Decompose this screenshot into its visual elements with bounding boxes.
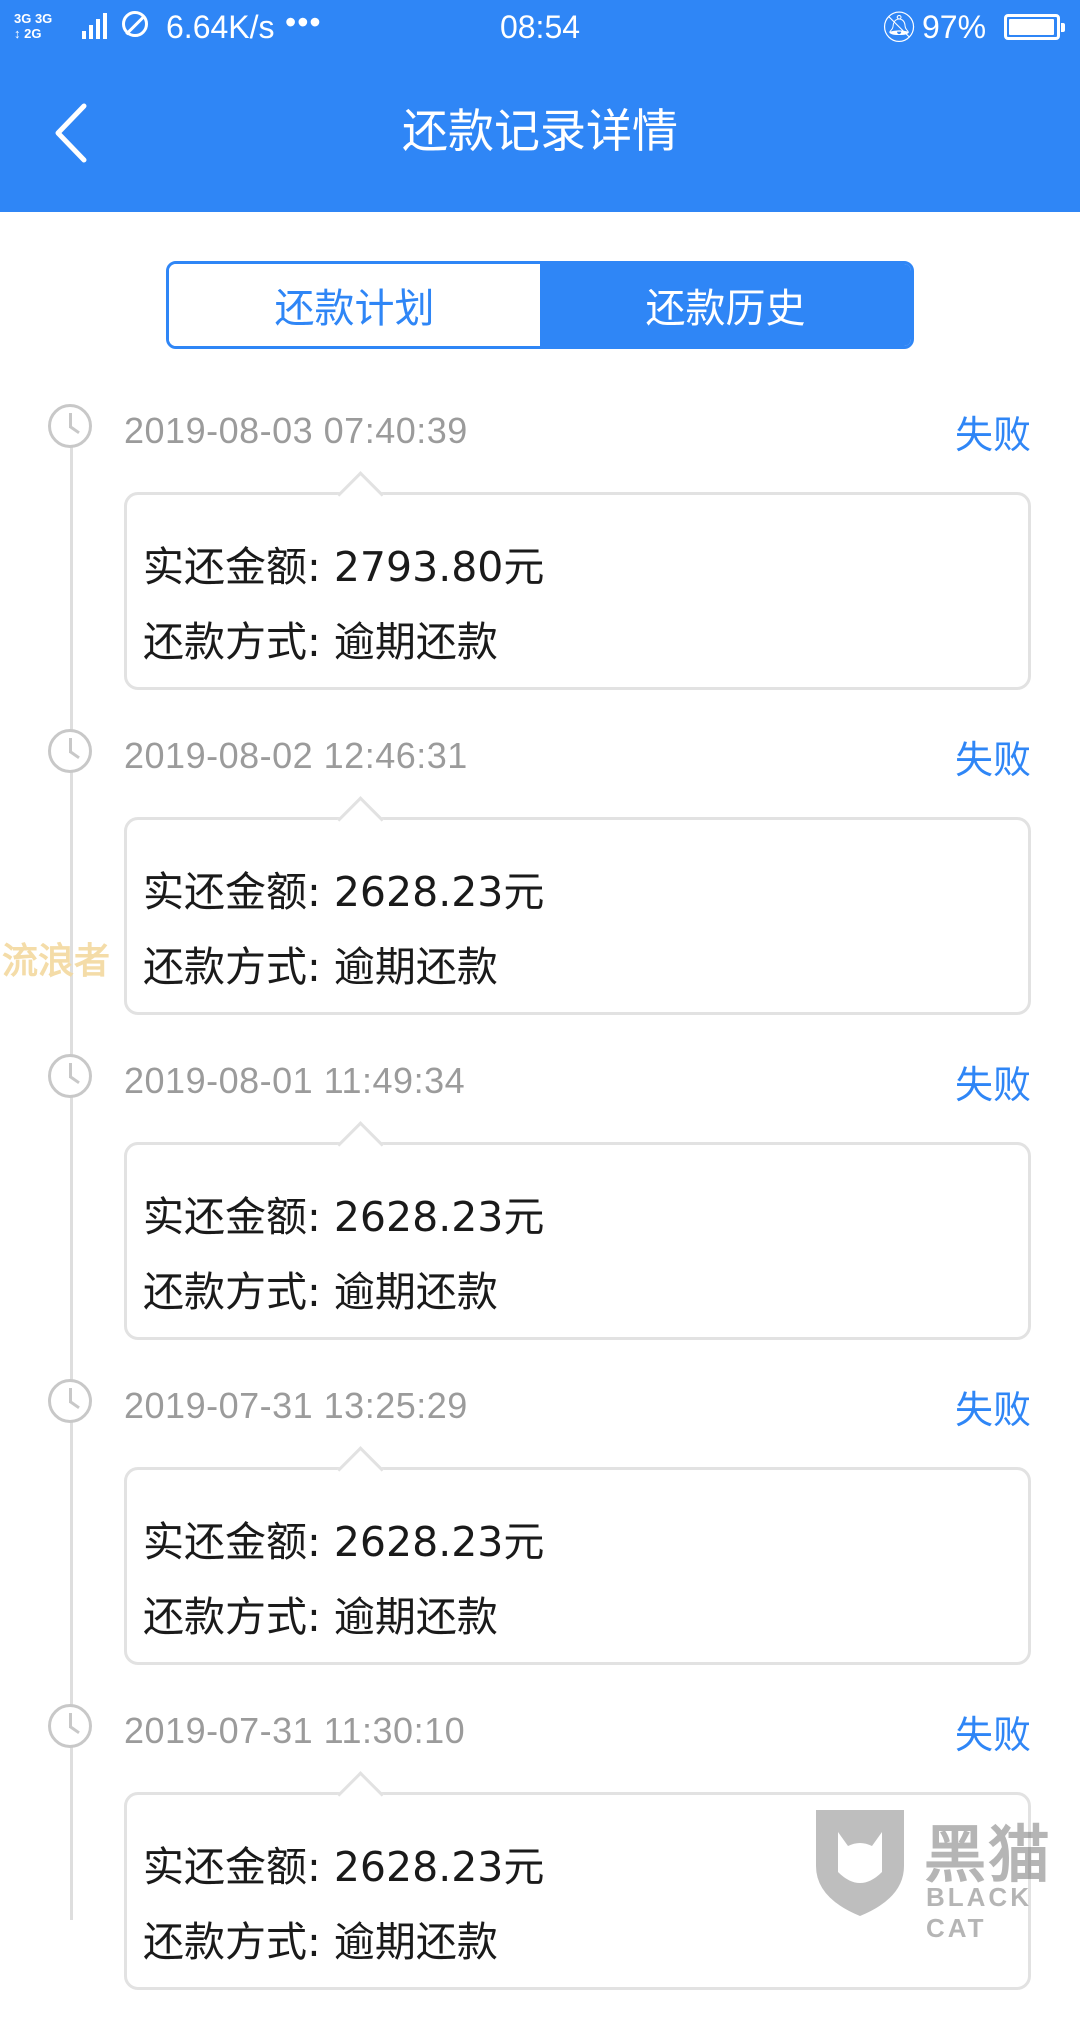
record-time: 2019-07-31 13:25:29 xyxy=(124,1385,468,1426)
card-pointer xyxy=(337,1446,384,1493)
battery-icon xyxy=(1004,14,1065,40)
record-amount: 实还金额: 2793.80元 xyxy=(143,543,545,591)
record-status: 失败 xyxy=(954,1388,1031,1432)
logo-en-text: BLACK CAT xyxy=(926,1882,1032,1943)
cat-shield-icon xyxy=(816,1810,904,1916)
record-card: 实还金额: 2793.80元 还款方式: 逾期还款 xyxy=(124,471,1031,690)
repayment-record: 2019-07-31 13:25:29 失败实还金额: 2628.23元 还款方式:… xyxy=(0,1379,1080,1704)
record-amount: 实还金额: 2628.23元 xyxy=(143,868,545,916)
record-method: 还款方式: 逾期还款 xyxy=(143,1593,498,1641)
tab-repayment-history[interactable]: 还款历史 xyxy=(540,264,911,346)
battery-percent: 97% xyxy=(922,9,987,45)
repayment-record: 2019-08-03 07:40:39 失败实还金额: 2793.80元 还款方式:… xyxy=(0,404,1080,729)
clock-icon xyxy=(48,1054,92,1098)
card-pointer xyxy=(337,1121,384,1168)
status-bar: 3G 3G ↕ 2G 6.64K/s ••• 08:54 🔕︎ 97% xyxy=(0,0,1080,54)
card-pointer xyxy=(337,796,384,843)
clock-icon xyxy=(48,1704,92,1748)
black-cat-logo: 黑猫 BLACK CAT xyxy=(808,1800,1080,1943)
repayment-record: 2019-08-02 12:46:31 失败实还金额: 2628.23元 还款方式:… xyxy=(0,729,1080,1054)
record-amount: 实还金额: 2628.23元 xyxy=(143,1843,545,1891)
clock-icon xyxy=(48,404,92,448)
record-amount: 实还金额: 2628.23元 xyxy=(143,1518,545,1566)
record-method: 还款方式: 逾期还款 xyxy=(143,1918,498,1966)
record-time: 2019-08-01 11:49:34 xyxy=(124,1060,466,1101)
record-time: 2019-08-02 12:46:31 xyxy=(124,735,468,776)
page-title: 还款记录详情 xyxy=(402,104,678,158)
record-time: 2019-08-03 07:40:39 xyxy=(124,410,468,451)
record-amount: 实还金额: 2628.23元 xyxy=(143,1193,545,1241)
record-method: 还款方式: 逾期还款 xyxy=(143,618,498,666)
segmented-tabs: 还款计划 还款历史 xyxy=(166,261,914,349)
card-pointer xyxy=(337,1771,384,1818)
watermark-text: 流浪者 xyxy=(2,941,111,982)
repayment-record: 2019-08-01 11:49:34 失败实还金额: 2628.23元 还款方式:… xyxy=(0,1054,1080,1379)
silent-bell-icon: 🔕︎ xyxy=(880,11,919,44)
record-card: 实还金额: 2628.23元 还款方式: 逾期还款 xyxy=(124,796,1031,1015)
clock-icon xyxy=(48,729,92,773)
nav-header: 还款记录详情 xyxy=(0,54,1080,212)
tab-repayment-plan[interactable]: 还款计划 xyxy=(169,264,540,346)
record-status: 失败 xyxy=(954,1063,1031,1107)
record-time: 2019-07-31 11:30:10 xyxy=(124,1710,466,1751)
record-status: 失败 xyxy=(954,413,1031,457)
clock-icon xyxy=(48,1379,92,1423)
record-status: 失败 xyxy=(954,1713,1031,1757)
record-card: 实还金额: 2628.23元 还款方式: 逾期还款 xyxy=(124,1446,1031,1665)
card-pointer xyxy=(337,471,384,518)
record-card: 实还金额: 2628.23元 还款方式: 逾期还款 xyxy=(124,1121,1031,1340)
record-status: 失败 xyxy=(954,738,1031,782)
logo-cn-text: 黑猫 xyxy=(924,1818,1053,1891)
record-method: 还款方式: 逾期还款 xyxy=(143,1268,498,1316)
record-method: 还款方式: 逾期还款 xyxy=(143,943,498,991)
